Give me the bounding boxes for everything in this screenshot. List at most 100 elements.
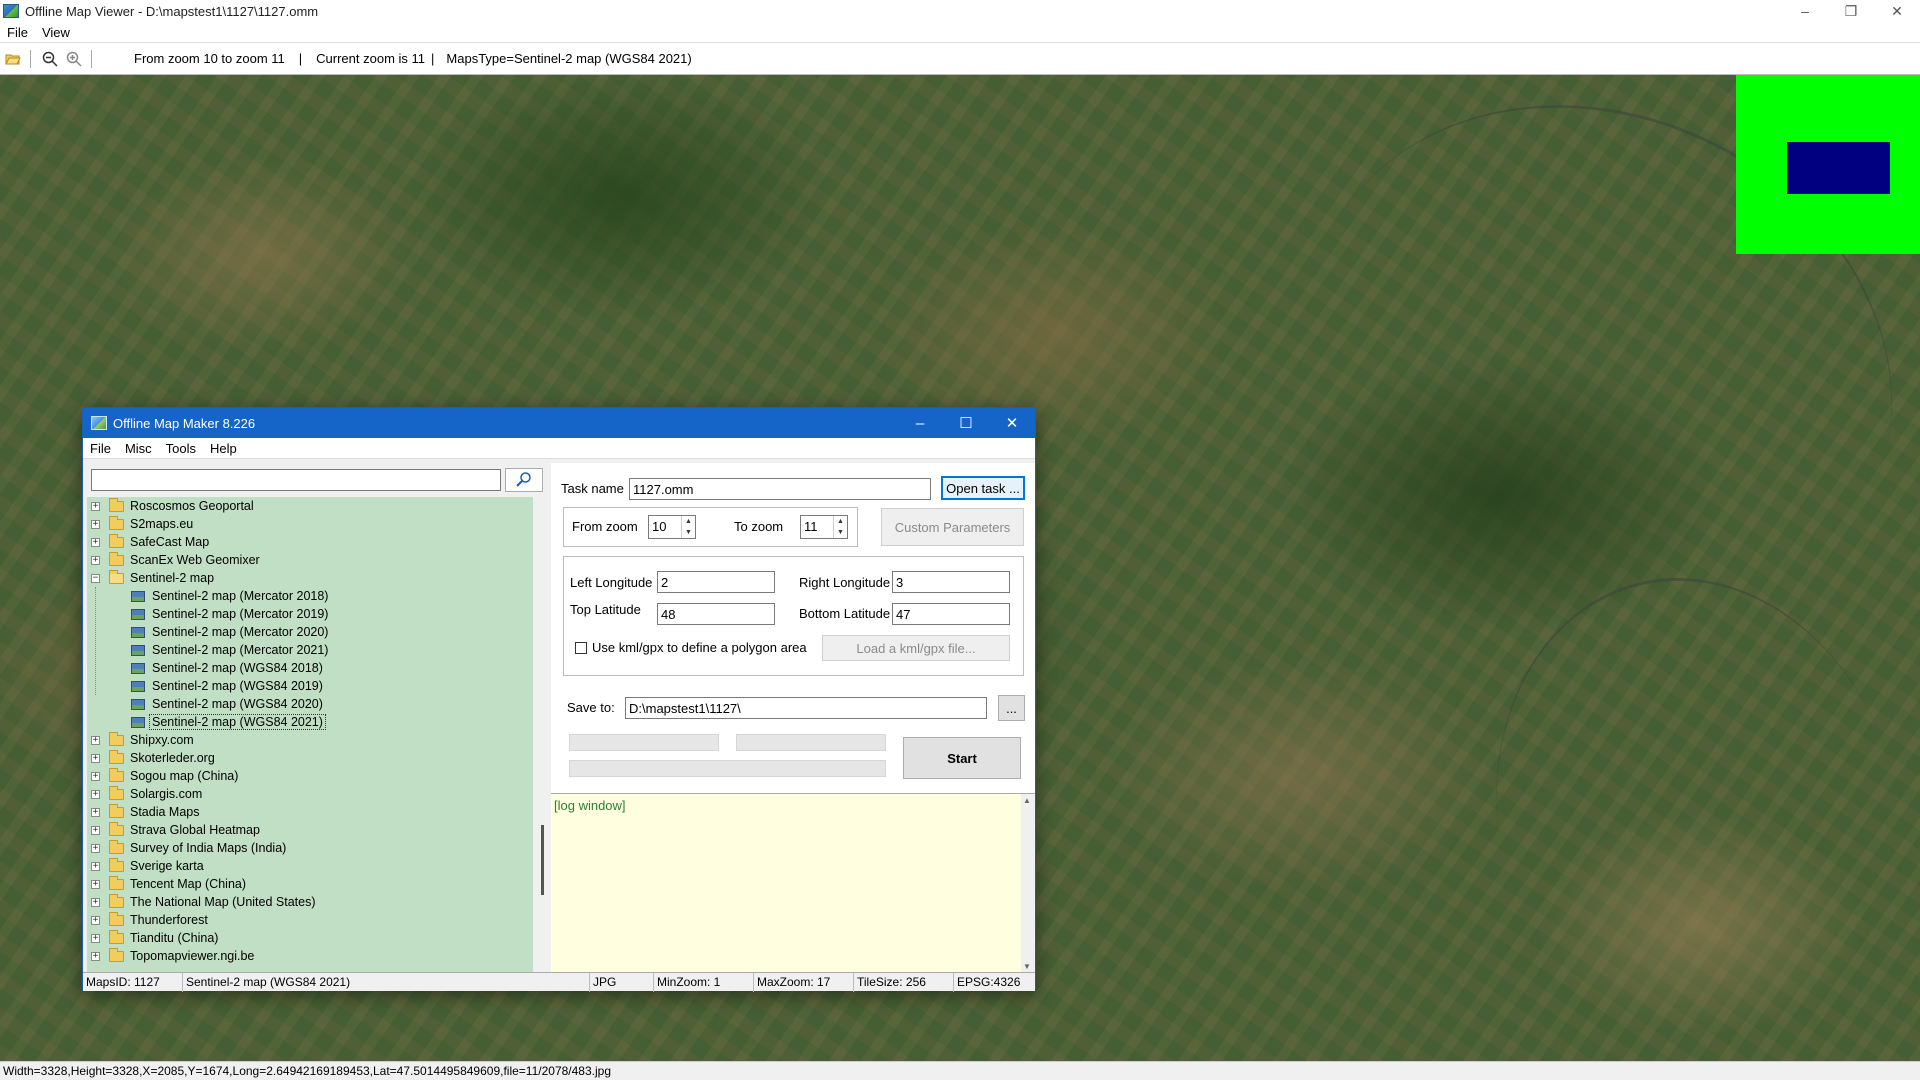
tree-child-item[interactable]: Sentinel-2 map (WGS84 2019) [87, 677, 533, 695]
tree-item[interactable]: + ScanEx Web Geomixer [87, 551, 533, 569]
tree-item[interactable]: + Stadia Maps [87, 803, 533, 821]
zoom-out-icon[interactable] [39, 48, 61, 70]
tree-scrollbar[interactable] [537, 497, 549, 973]
tree-item-label: Sentinel-2 map (WGS84 2020) [152, 697, 323, 711]
tree-item-label: Skoterleder.org [130, 751, 215, 765]
map-source-tree[interactable]: + Roscosmos Geoportal + S2maps.eu + SafeCas… [87, 497, 533, 973]
dialog-close-button[interactable]: ✕ [989, 408, 1035, 438]
task-name-input[interactable] [629, 478, 931, 500]
tree-item[interactable]: + Sverige karta [87, 857, 533, 875]
tree-item[interactable]: + Tencent Map (China) [87, 875, 533, 893]
load-kml-button[interactable]: Load a kml/gpx file... [822, 635, 1010, 661]
tree-child-item[interactable]: Sentinel-2 map (Mercator 2021) [87, 641, 533, 659]
tree-item-label: SafeCast Map [130, 535, 210, 549]
tree-item[interactable]: + Skoterleder.org [87, 749, 533, 767]
search-button[interactable] [505, 468, 543, 492]
expand-icon[interactable]: + [91, 897, 100, 907]
tree-item[interactable]: + Survey of India Maps (India) [87, 839, 533, 857]
tree-child-item[interactable]: Sentinel-2 map (WGS84 2018) [87, 659, 533, 677]
tree-scrollbar-thumb[interactable] [541, 825, 544, 895]
expand-icon[interactable]: + [91, 537, 100, 547]
menu-file[interactable]: File [0, 25, 35, 40]
expand-icon[interactable]: + [91, 555, 100, 565]
tree-item[interactable]: + Sogou map (China) [87, 767, 533, 785]
save-to-input[interactable] [625, 697, 987, 719]
folder-open-icon[interactable] [2, 48, 24, 70]
tree-item[interactable]: + S2maps.eu [87, 515, 533, 533]
tree-item[interactable]: + Shipxy.com [87, 731, 533, 749]
bottom-latitude-input[interactable] [892, 603, 1010, 625]
expand-icon[interactable]: + [91, 879, 100, 889]
tree-item-label: Sentinel-2 map (Mercator 2021) [152, 643, 329, 657]
expand-icon[interactable]: + [91, 735, 100, 745]
tree-child-item[interactable]: Sentinel-2 map (Mercator 2020) [87, 623, 533, 641]
dialog-menu-help[interactable]: Help [203, 441, 244, 456]
open-task-button[interactable]: Open task ... [941, 476, 1025, 500]
stepper-arrows-icon[interactable]: ▲ ▼ [833, 516, 847, 538]
tree-item-label: Tencent Map (China) [130, 877, 247, 891]
tree-item-label: ScanEx Web Geomixer [130, 553, 260, 567]
log-scrollbar[interactable]: ▲ ▼ [1021, 794, 1035, 973]
zoom-in-icon[interactable] [63, 48, 85, 70]
tree-item[interactable]: + SafeCast Map [87, 533, 533, 551]
kml-polygon-checkbox[interactable] [575, 642, 587, 654]
collapse-icon[interactable]: − [91, 573, 100, 583]
expand-icon[interactable]: + [91, 807, 100, 817]
tree-item[interactable]: + Strava Global Heatmap [87, 821, 533, 839]
right-longitude-input[interactable] [892, 571, 1010, 593]
from-zoom-stepper[interactable]: 10 ▲ ▼ [648, 515, 696, 539]
tree-item[interactable]: + Thunderforest [87, 911, 533, 929]
expand-icon[interactable]: + [91, 843, 100, 853]
scroll-down-icon[interactable]: ▼ [1023, 962, 1031, 971]
tree-item[interactable]: + Roscosmos Geoportal [87, 497, 533, 515]
dialog-minimize-button[interactable]: – [897, 408, 943, 438]
log-window[interactable]: [log window] ▲ ▼ [551, 793, 1035, 973]
tree-item[interactable]: + Topomapviewer.ngi.be [87, 947, 533, 965]
left-longitude-input[interactable] [657, 571, 775, 593]
map-layer-icon [131, 662, 145, 674]
custom-parameters-button[interactable]: Custom Parameters [881, 508, 1024, 546]
scroll-up-icon[interactable]: ▲ [1023, 796, 1031, 805]
tree-item-label: Survey of India Maps (India) [130, 841, 287, 855]
dialog-maximize-button[interactable]: ☐ [943, 408, 989, 438]
stepper-arrows-icon[interactable]: ▲ ▼ [681, 516, 695, 538]
expand-icon[interactable]: + [91, 933, 100, 943]
map-search-input[interactable] [91, 469, 501, 491]
expand-icon[interactable]: + [91, 915, 100, 925]
dialog-menu-misc[interactable]: Misc [118, 441, 159, 456]
overview-minimap[interactable] [1736, 75, 1920, 254]
tree-item[interactable]: + Tianditu (China) [87, 929, 533, 947]
tree-child-item[interactable]: Sentinel-2 map (Mercator 2018) [87, 587, 533, 605]
tree-child-item[interactable]: Sentinel-2 map (WGS84 2020) [87, 695, 533, 713]
expand-icon[interactable]: + [91, 501, 100, 511]
tree-child-item-selected[interactable]: Sentinel-2 map (WGS84 2021) [87, 713, 533, 731]
restore-button[interactable]: ❐ [1828, 0, 1874, 22]
tree-child-item[interactable]: Sentinel-2 map (Mercator 2019) [87, 605, 533, 623]
tree-item[interactable]: + The National Map (United States) [87, 893, 533, 911]
overview-viewport-rect[interactable] [1787, 142, 1890, 194]
close-button[interactable]: ✕ [1874, 0, 1920, 22]
dialog-titlebar[interactable]: Offline Map Maker 8.226 – ☐ ✕ [83, 408, 1035, 438]
dialog-menu-tools[interactable]: Tools [159, 441, 203, 456]
menu-view[interactable]: View [35, 25, 77, 40]
to-zoom-value: 11 [804, 519, 818, 534]
start-button[interactable]: Start [903, 737, 1021, 779]
expand-icon[interactable]: + [91, 753, 100, 763]
expand-icon[interactable]: + [91, 789, 100, 799]
expand-icon[interactable]: + [91, 861, 100, 871]
tree-item[interactable]: + Solargis.com [87, 785, 533, 803]
progress-bar [569, 734, 719, 751]
minimize-button[interactable]: – [1782, 0, 1828, 22]
top-latitude-input[interactable] [657, 603, 775, 625]
to-zoom-label: To zoom [734, 519, 784, 534]
browse-folder-button[interactable]: ... [998, 695, 1025, 721]
expand-icon[interactable]: + [91, 519, 100, 529]
to-zoom-stepper[interactable]: 11 ▲ ▼ [800, 515, 848, 539]
expand-icon[interactable]: + [91, 951, 100, 961]
expand-icon[interactable]: + [91, 771, 100, 781]
kml-polygon-label[interactable]: Use kml/gpx to define a polygon area [592, 640, 807, 655]
dialog-app-icon [91, 416, 107, 430]
expand-icon[interactable]: + [91, 825, 100, 835]
dialog-menu-file[interactable]: File [83, 441, 118, 456]
tree-item-expanded[interactable]: − Sentinel-2 map [87, 569, 533, 587]
